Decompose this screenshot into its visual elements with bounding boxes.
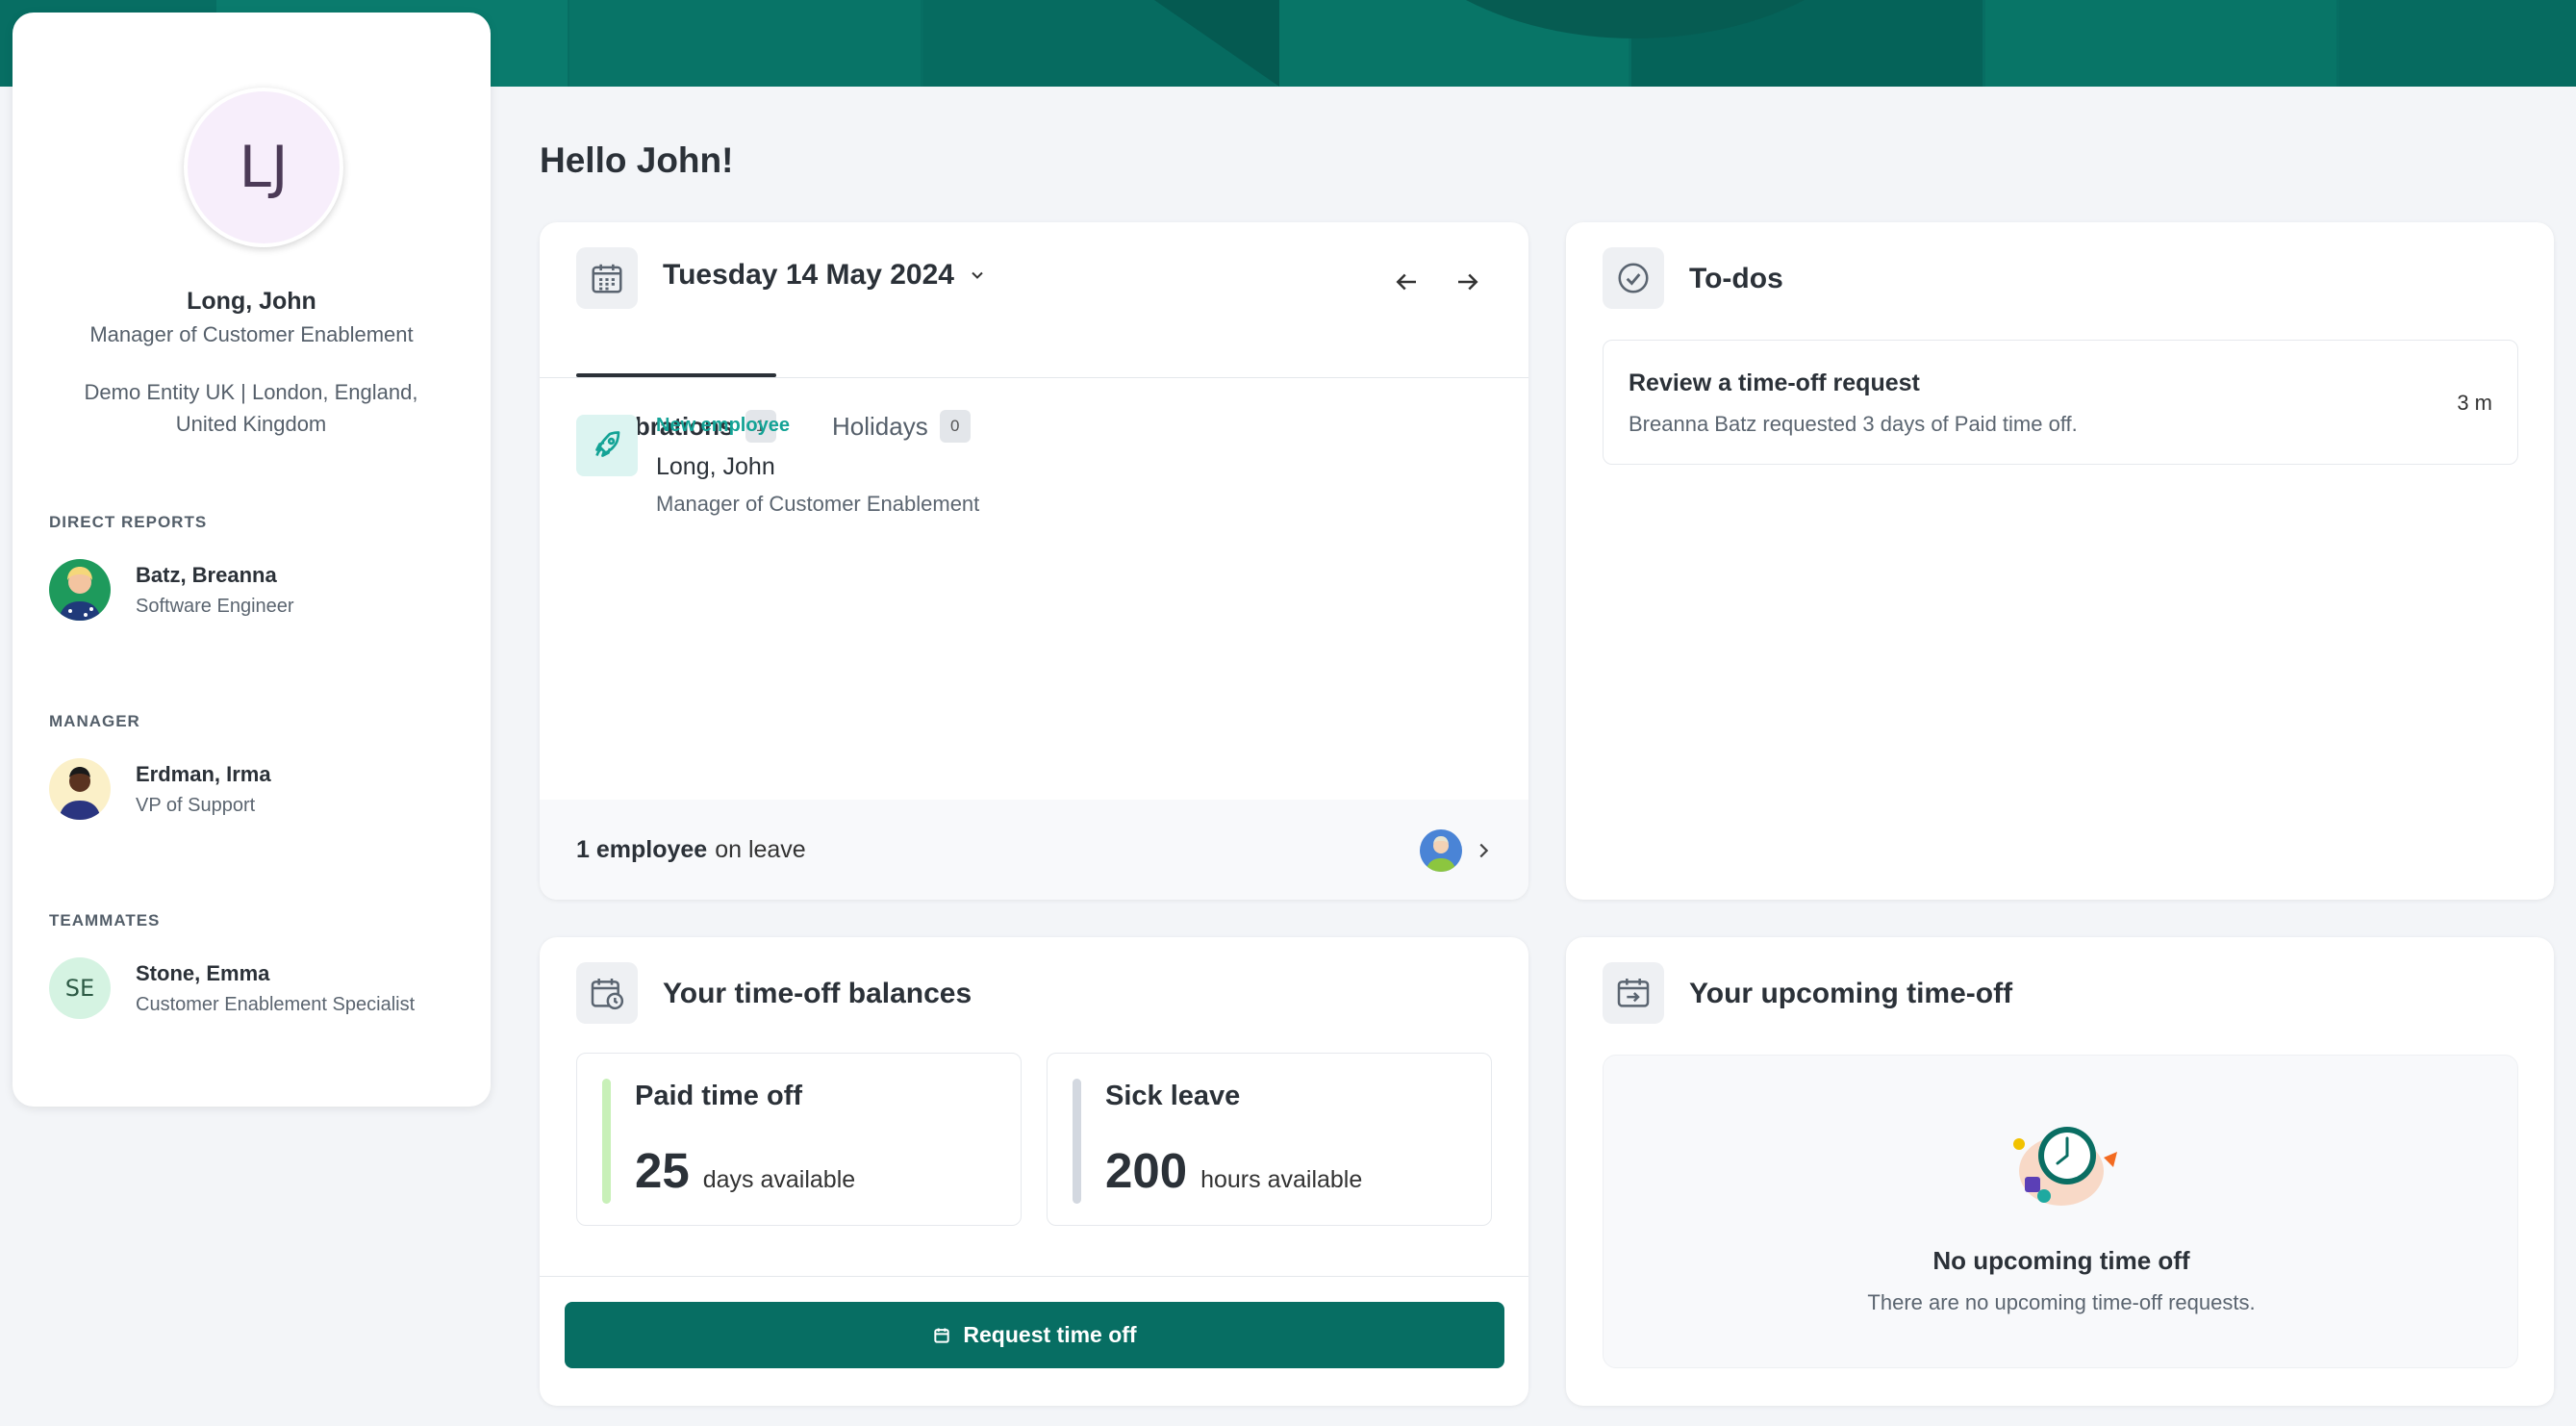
- balance-unit: days available: [702, 1166, 856, 1193]
- tab-label: Holidays: [832, 411, 928, 441]
- avatar: SE: [49, 957, 111, 1019]
- balance-name: Sick leave: [1105, 1081, 1241, 1111]
- empty-desc: There are no upcoming time-off requests.: [1867, 1290, 2256, 1314]
- avatar: [49, 559, 111, 621]
- manager-name: Erdman, Irma: [136, 761, 271, 786]
- clock-illustration-icon: [2006, 1115, 2121, 1216]
- on-leave-row[interactable]: 1 employee on leave: [540, 800, 1528, 900]
- todos-title: To-dos: [1689, 263, 1783, 294]
- arrow-left-icon: [1396, 273, 1416, 291]
- profile-location: Demo Entity UK | London, England, United…: [84, 380, 418, 436]
- chevron-right-icon: [1479, 843, 1489, 858]
- todo-item[interactable]: Review a time-off request Breanna Batz r…: [1603, 340, 2518, 465]
- upcoming-title: Your upcoming time-off: [1689, 978, 2013, 1009]
- calendar-clock-icon: [576, 962, 638, 1024]
- profile-name: Long, John: [187, 288, 316, 315]
- request-time-off-label: Request time off: [963, 1322, 1137, 1347]
- direct-report-item[interactable]: Batz, Breanna Software Engineer: [49, 559, 294, 621]
- chevron-down-icon: [972, 271, 983, 279]
- balance-value: 200: [1105, 1143, 1188, 1198]
- celebration-name[interactable]: Long, John: [656, 453, 775, 481]
- leave-suffix: on leave: [715, 835, 806, 863]
- request-time-off-button[interactable]: Request time off: [565, 1302, 1504, 1368]
- calendar-arrow-icon: [1603, 962, 1664, 1024]
- balance-color-bar: [1073, 1079, 1081, 1204]
- balance-name: Paid time off: [635, 1081, 803, 1111]
- leave-count: 1 employee: [576, 835, 708, 863]
- calendar-icon: [934, 1328, 950, 1343]
- prev-day-button[interactable]: [1385, 261, 1427, 303]
- date-picker[interactable]: Tuesday 14 May 2024: [663, 259, 987, 292]
- manager-role: VP of Support: [136, 794, 256, 816]
- balance-value: 25: [635, 1143, 690, 1198]
- check-circle-icon: [1603, 247, 1664, 309]
- next-day-button[interactable]: [1447, 261, 1489, 303]
- direct-report-name: Batz, Breanna: [136, 562, 277, 587]
- calendar-card: Tuesday 14 May 2024 Celebrations 1 Holid…: [540, 222, 1528, 900]
- divider: [540, 1276, 1528, 1277]
- celebration-type: New employee: [656, 415, 790, 436]
- upcoming-card: Your upcoming time-off No upcoming time …: [1566, 937, 2554, 1406]
- count-badge: 0: [939, 410, 971, 443]
- teammate-item[interactable]: SE Stone, Emma Customer Enablement Speci…: [49, 957, 415, 1019]
- profile-avatar: LJ: [184, 88, 343, 247]
- rocket-icon: [576, 415, 638, 476]
- teammate-initials: SE: [64, 975, 95, 1002]
- teammates-heading: TEAMMATES: [49, 911, 161, 929]
- balance-color-bar: [602, 1079, 611, 1204]
- greeting: Hello John!: [540, 140, 734, 180]
- manager-item[interactable]: Erdman, Irma VP of Support: [49, 758, 271, 820]
- divider: [540, 377, 1528, 378]
- date-label: Tuesday 14 May 2024: [663, 259, 954, 291]
- balance-unit: hours available: [1200, 1166, 1363, 1193]
- empty-title: No upcoming time off: [1932, 1246, 2190, 1275]
- balance-sick-leave[interactable]: Sick leave 200 hours available: [1047, 1053, 1492, 1226]
- empty-state: No upcoming time off There are no upcomi…: [1603, 1055, 2518, 1368]
- calendar-icon: [576, 247, 638, 309]
- avatar: [49, 758, 111, 820]
- arrow-right-icon: [1458, 273, 1478, 291]
- todo-title: Review a time-off request: [1629, 369, 1920, 396]
- teammate-name: Stone, Emma: [136, 960, 270, 985]
- todos-card: To-dos Review a time-off request Breanna…: [1566, 222, 2554, 900]
- teammate-role: Customer Enablement Specialist: [136, 993, 416, 1015]
- todo-desc: Breanna Batz requested 3 days of Paid ti…: [1629, 412, 2078, 436]
- profile-card: LJ Long, John Manager of Customer Enable…: [13, 13, 491, 1107]
- manager-heading: MANAGER: [49, 712, 140, 730]
- profile-title: Manager of Customer Enablement: [89, 322, 414, 346]
- balance-paid-time-off[interactable]: Paid time off 25 days available: [576, 1053, 1022, 1226]
- balances-title: Your time-off balances: [663, 978, 972, 1009]
- celebration-role: Manager of Customer Enablement: [656, 492, 980, 516]
- direct-reports-heading: DIRECT REPORTS: [49, 513, 208, 531]
- direct-report-role: Software Engineer: [136, 595, 294, 617]
- tab-holidays[interactable]: Holidays 0: [832, 410, 971, 443]
- avatar: [1420, 829, 1462, 872]
- todo-age: 3 m: [2457, 391, 2492, 415]
